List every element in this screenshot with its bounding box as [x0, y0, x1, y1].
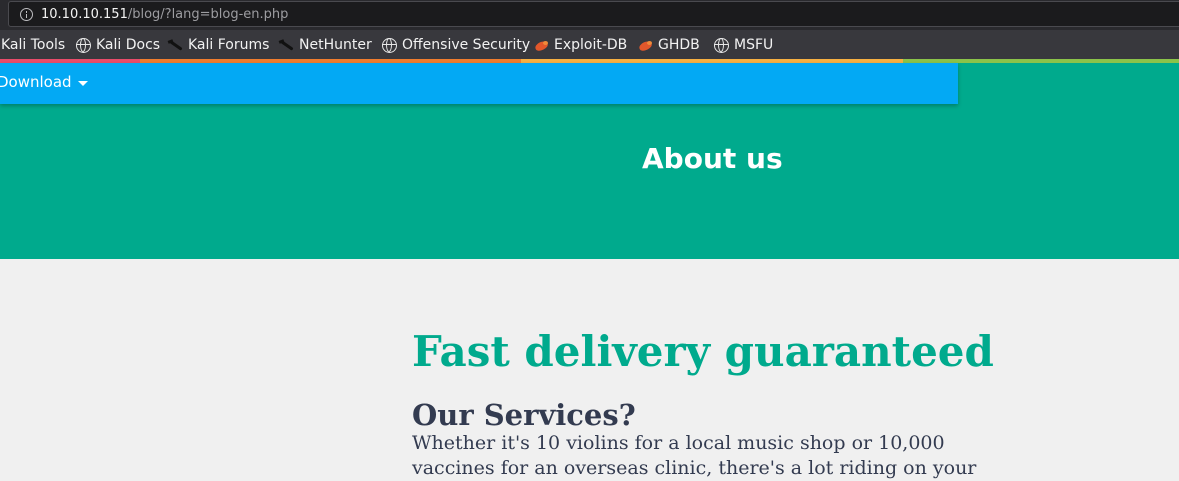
web-page: Download About us Fast delivery guarante… — [0, 63, 1179, 479]
url-host: 10.10.10.151 — [41, 7, 128, 22]
bookmark-label: Kali Docs — [96, 37, 161, 53]
address-field[interactable]: 10.10.10.151/blog/?lang=blog-en.php — [8, 1, 1179, 27]
info-icon[interactable] — [20, 8, 33, 21]
bookmark-label: Offensive Security — [402, 37, 531, 53]
bookmark-label: NetHunter — [299, 37, 372, 53]
url-text[interactable]: 10.10.10.151/blog/?lang=blog-en.php — [41, 6, 288, 23]
bookmark-label: MSFU — [734, 37, 774, 53]
bookmark-kali-forums[interactable]: Kali Forums — [168, 35, 269, 55]
bookmark-label: GHDB — [658, 37, 700, 53]
bookmark-msfu[interactable]: MSFU — [714, 35, 773, 55]
kali-dragon-icon — [168, 38, 183, 53]
bookmark-label: Kali Tools — [1, 37, 66, 53]
main-heading: Fast delivery guaranteed — [412, 327, 994, 376]
bookmark-kali-docs[interactable]: Kali Docs — [76, 35, 160, 55]
bookmark-ghdb[interactable]: GHDB — [638, 35, 700, 55]
bookmark-label: Kali Forums — [188, 37, 270, 53]
globe-icon — [714, 37, 729, 53]
download-label: Download — [0, 73, 72, 91]
globe-icon — [382, 37, 397, 53]
caret-down-icon — [77, 81, 88, 86]
bookmark-exploit-db[interactable]: Exploit-DB — [534, 35, 627, 55]
navbar: Download — [0, 63, 958, 104]
main-content: Fast delivery guaranteed Our Services? W… — [412, 259, 1179, 479]
browser-url-bar: 10.10.10.151/blog/?lang=blog-en.php — [0, 0, 1179, 30]
globe-icon — [76, 37, 91, 53]
url-path: /blog/?lang=blog-en.php — [127, 7, 289, 22]
bookmark-offensive-security[interactable]: Offensive Security — [382, 35, 530, 55]
exploit-db-bug-icon — [534, 38, 549, 53]
services-heading: Our Services? — [412, 398, 636, 432]
kali-dragon-icon — [279, 38, 294, 53]
bookmark-nethunter[interactable]: NetHunter — [279, 35, 372, 55]
bookmark-label: Exploit-DB — [554, 37, 628, 53]
hero-section: Download About us — [0, 63, 1179, 259]
page-title: About us — [642, 142, 783, 175]
download-menu[interactable]: Download — [0, 73, 88, 91]
bookmark-kali-tools[interactable]: Kali Tools — [1, 35, 65, 55]
services-paragraph: Whether it's 10 violins for a local musi… — [412, 432, 977, 479]
exploit-db-bug-icon — [638, 38, 653, 53]
bookmarks-toolbar: Kali Tools Kali Docs Kali Forums NetHunt… — [0, 30, 1179, 59]
